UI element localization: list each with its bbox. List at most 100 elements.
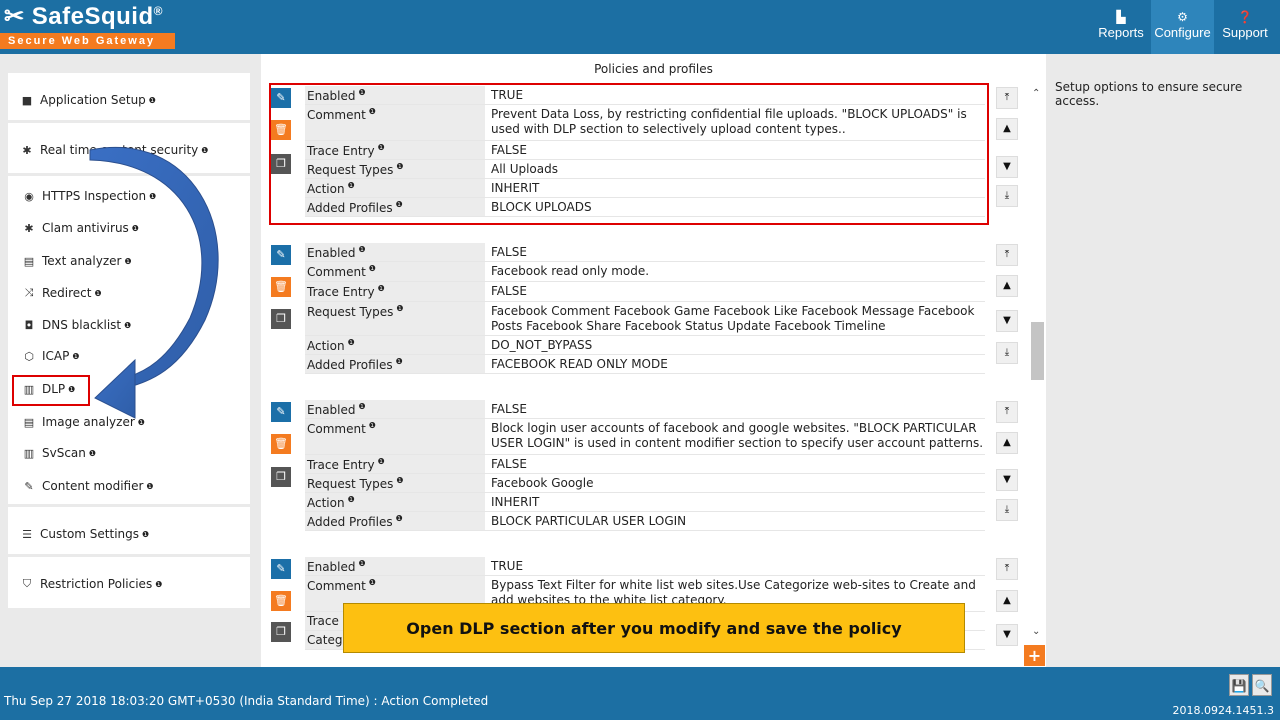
sidebar-item-redirect[interactable]: ⤨ Redirect ❶ [8, 278, 250, 308]
sidebar-item-image-analyzer[interactable]: ▤ Image analyzer ❶ [8, 407, 250, 437]
policy-card-3: ✎ 🗑 ❐ Enabled ❶ FALSE Comment ❶ Block login … [269, 400, 1029, 542]
shield-icon: ⛉ [22, 577, 32, 590]
info-icon: ❶ [368, 421, 376, 430]
field-request-types: Request Types ❶ Facebook Google [305, 474, 985, 493]
info-icon: ❶ [155, 579, 163, 589]
sidebar-item-svscan[interactable]: ▥ SvScan ❶ [8, 438, 250, 468]
field-comment: Comment ❶ Facebook read only mode. [305, 262, 985, 282]
arrow-top-icon[interactable]: ⤒ [996, 558, 1018, 580]
copy-icon[interactable]: ❐ [271, 467, 291, 487]
arrow-top-icon[interactable]: ⤒ [996, 401, 1018, 423]
info-icon: ❶ [368, 264, 376, 273]
sidebar-section-restriction-policies: ⛉ Restriction Policies ❶ [8, 557, 250, 608]
sidebar-section-realtime: ✱ Real time content security ❶ [8, 123, 250, 173]
save-icon[interactable]: 💾 [1229, 674, 1249, 696]
info-icon: ❶ [358, 402, 366, 411]
info-icon: ❶ [201, 145, 209, 155]
sidebar-section-custom-settings: ☰ Custom Settings ❶ [8, 507, 250, 554]
logo-squid-icon: ✂ [4, 3, 25, 30]
info-icon: ❶ [396, 476, 404, 485]
field-enabled: Enabled ❶ FALSE [305, 400, 985, 419]
arrow-bottom-icon[interactable]: ⤓ [996, 499, 1018, 521]
main-panel: Policies and profiles ✎ 🗑 ❐ Enabled ❶ TRUE… [261, 54, 1046, 667]
sidebar-subitems: ◉ HTTPS Inspection ❶ ✱ Clam antivirus ❶ ▤ Tex… [8, 176, 250, 504]
info-text: Setup options to ensure secure access. [1055, 80, 1243, 108]
field-enabled: Enabled ❶ FALSE [305, 243, 985, 262]
dns-icon: ◘ [24, 318, 34, 332]
scroll-up-icon[interactable]: ⌃ [1032, 88, 1040, 99]
field-request-types: Request Types ❶ Facebook Comment Facebook … [305, 302, 985, 336]
arrow-down-icon[interactable]: ▼ [996, 624, 1018, 646]
field-comment: Comment ❶ Block login user accounts of fac… [305, 419, 985, 455]
briefcase-icon: ■ [21, 93, 33, 107]
delete-icon[interactable]: 🗑 [271, 434, 291, 454]
sidebar-item-application-setup[interactable]: ■ Application Setup ❶ [8, 85, 250, 115]
info-icon: ❶ [396, 304, 404, 313]
edit-icon[interactable]: ✎ [271, 402, 291, 422]
field-action: Action ❶ DO_NOT_BYPASS [305, 336, 985, 355]
edit-icon[interactable]: ✎ [271, 245, 291, 265]
info-icon: ❶ [347, 495, 355, 504]
nav-reports[interactable]: ▙ Reports [1094, 0, 1148, 54]
file-text-icon: ▤ [23, 254, 35, 268]
status-text: Thu Sep 27 2018 18:03:20 GMT+0530 (India… [4, 694, 489, 708]
policy-highlight-box [269, 83, 989, 225]
nav-support[interactable]: ❓ Support [1218, 0, 1272, 54]
arrow-up-icon[interactable]: ▲ [996, 275, 1018, 297]
sidebar-item-content-modifier[interactable]: ✎ Content modifier ❶ [8, 471, 250, 501]
arrow-bottom-icon[interactable]: ⤓ [996, 342, 1018, 364]
sidebar-item-restriction-policies[interactable]: ⛉ Restriction Policies ❶ [8, 569, 250, 599]
scrollbar-thumb[interactable] [1031, 322, 1044, 380]
sidebar-item-custom-settings[interactable]: ☰ Custom Settings ❶ [8, 519, 250, 549]
cogs-icon: ⚙ [1177, 10, 1188, 24]
image-file-icon: ▤ [23, 415, 35, 429]
arrow-top-icon[interactable]: ⤒ [996, 244, 1018, 266]
info-icon: ❶ [142, 529, 150, 539]
version-label: 2018.0924.1451.3 [1172, 704, 1274, 717]
copy-icon[interactable]: ❐ [271, 622, 291, 642]
page-title: Policies and profiles [594, 62, 713, 76]
logo-tagline: Secure Web Gateway [0, 33, 175, 49]
arrow-down-icon[interactable]: ▼ [996, 156, 1018, 178]
sliders-icon: ☰ [22, 527, 32, 541]
arrow-up-icon[interactable]: ▲ [996, 432, 1018, 454]
delete-icon[interactable]: 🗑 [271, 591, 291, 611]
info-icon: ❶ [146, 481, 154, 491]
field-trace-entry: Trace Entry ❶ FALSE [305, 455, 985, 474]
info-icon: ❶ [377, 284, 385, 293]
app-header: ✂ SafeSquid® Secure Web Gateway ▙ Report… [0, 0, 1280, 54]
search-icon[interactable]: 🔍 [1252, 674, 1272, 696]
sidebar-item-realtime-security[interactable]: ✱ Real time content security ❶ [8, 135, 250, 165]
policy-card-2: ✎ 🗑 ❐ Enabled ❶ FALSE Comment ❶ Facebook rea… [269, 243, 1029, 385]
nav-configure[interactable]: ⚙ Configure [1151, 0, 1214, 54]
info-icon: ❶ [395, 357, 403, 366]
instruction-callout: Open DLP section after you modify and sa… [343, 603, 965, 653]
arrow-top-icon[interactable]: ⤒ [996, 87, 1018, 109]
info-icon: ❶ [72, 351, 80, 361]
arrow-up-icon[interactable]: ▲ [996, 118, 1018, 140]
info-icon: ❶ [347, 338, 355, 347]
sidebar-item-clam-antivirus[interactable]: ✱ Clam antivirus ❶ [8, 213, 250, 243]
arrow-down-icon[interactable]: ▼ [996, 469, 1018, 491]
shuffle-icon: ⤨ [24, 286, 34, 299]
sidebar-item-text-analyzer[interactable]: ▤ Text analyzer ❶ [8, 246, 250, 276]
status-bar: Thu Sep 27 2018 18:03:20 GMT+0530 (India… [0, 667, 1280, 720]
delete-icon[interactable]: 🗑 [271, 277, 291, 297]
info-icon: ❶ [358, 559, 366, 568]
sidebar-item-dns-blacklist[interactable]: ◘ DNS blacklist ❶ [8, 310, 250, 340]
nav-support-label: Support [1222, 25, 1268, 40]
info-icon: ❶ [368, 578, 376, 587]
sidebar-item-icap[interactable]: ⬡ ICAP ❶ [8, 341, 250, 371]
arrow-up-icon[interactable]: ▲ [996, 590, 1018, 612]
edit-icon[interactable]: ✎ [271, 559, 291, 579]
arrow-down-icon[interactable]: ▼ [996, 310, 1018, 332]
field-enabled: Enabled ❶ TRUE [305, 557, 985, 576]
plus-icon[interactable]: + [1024, 645, 1045, 666]
sidebar-item-https-inspection[interactable]: ◉ HTTPS Inspection ❶ [8, 181, 250, 211]
copy-icon[interactable]: ❐ [271, 309, 291, 329]
dlp-highlight-box [12, 375, 90, 406]
nav-configure-label: Configure [1154, 25, 1211, 40]
arrow-bottom-icon[interactable]: ⤓ [996, 185, 1018, 207]
nav-reports-label: Reports [1098, 25, 1144, 40]
scroll-down-icon[interactable]: ⌄ [1032, 626, 1040, 637]
